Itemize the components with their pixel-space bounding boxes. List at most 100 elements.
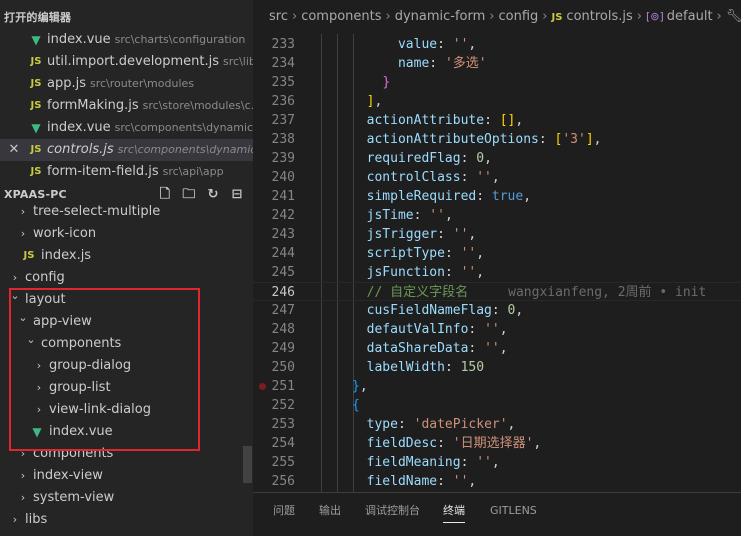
chevron-right-icon[interactable]: › [8,509,22,531]
file-name: formMaking.js [47,98,139,113]
line-text: jsTime: '', [366,208,453,223]
tree-item[interactable]: JS index.js [0,245,253,267]
file-path: src\router\modules [90,77,195,90]
line-number: 245 [271,265,295,280]
line-text: cusFieldNameFlag: 0, [366,303,524,318]
line-number: 242 [271,208,295,223]
breadcrumb-item[interactable]: src [269,9,288,24]
tree-item[interactable]: › system-view [0,487,253,509]
code-line[interactable]: 250 labelWidth: 150 [253,358,741,377]
panel-tab[interactable]: 输出 [319,503,341,523]
code-area[interactable]: 233 value: '', 234 name: '多选' 235 } 236 ], 2… [253,34,741,492]
panel-tab[interactable]: 问题 [273,503,295,523]
open-editor-item[interactable]: JS app.js src\router\modules [0,73,253,95]
tree-label: work-icon [33,226,97,241]
code-line[interactable]: 252 { [253,396,741,415]
open-editor-item[interactable]: JS formMaking.js src\store\modules\c... [0,95,253,117]
panel-tab[interactable]: GITLENS [490,503,537,523]
file-name: index.vue [47,120,111,135]
chevron-right-icon: › [489,9,495,24]
line-text: value: '', [397,37,477,52]
close-icon[interactable]: ✕ [7,139,21,161]
chevron-right-icon[interactable]: › [32,399,46,421]
chevron-down-icon[interactable]: ⌄ [8,285,22,307]
vue-file-icon: ▼ [31,121,41,135]
code-line[interactable]: 237 actionAttribute: [], [253,111,741,130]
chevron-right-icon: › [636,9,642,24]
code-line[interactable]: 235 } [253,73,741,92]
code-line[interactable]: 251}, [253,377,741,396]
code-line[interactable]: 244 scriptType: '', [253,244,741,263]
code-line[interactable]: 243 jsTrigger: '', [253,225,741,244]
code-line[interactable]: 254 fieldDesc: '日期选择器', [253,434,741,453]
code-line[interactable]: 255 fieldMeaning: '', [253,453,741,472]
panel-tab[interactable]: 终端 [443,503,465,523]
code-line[interactable]: 240 controlClass: '', [253,168,741,187]
code-line[interactable]: 249 dataShareData: '', [253,339,741,358]
tree-item[interactable]: ⌄ components [0,333,253,355]
open-editor-item[interactable]: ▼ index.vue src\charts\configuration [0,29,253,51]
chevron-right-icon[interactable]: › [16,465,30,487]
tree-item[interactable]: › view-link-dialog [0,399,253,421]
file-name: controls.js [47,142,114,157]
chevron-right-icon[interactable]: › [16,201,30,223]
code-line[interactable]: 234 name: '多选' [253,54,741,73]
chevron-right-icon[interactable]: › [16,443,30,465]
open-editor-item[interactable]: ✕ JS controls.jssrc\components\dynamic-f..… [0,139,253,161]
tree-item[interactable]: › group-dialog [0,355,253,377]
chevron-down-icon[interactable]: ⌄ [16,307,30,329]
breadcrumb-item[interactable]: dynamic-form [395,9,486,24]
tree-item[interactable]: › index-view [0,465,253,487]
file-name: index.vue [47,32,111,47]
breadcrumb: src › components › dynamic-form › config › JS con… [253,0,741,34]
open-editor-name: index.vue src\charts\configuration [47,29,245,51]
tree-label: index.js [41,248,92,263]
tree-item[interactable]: › group-list [0,377,253,399]
chevron-right-icon[interactable]: › [16,223,30,245]
code-line[interactable]: 239 requiredFlag: 0, [253,149,741,168]
tree-item[interactable]: › libs [0,509,253,531]
code-line[interactable]: 253 type: 'datePicker', [253,415,741,434]
breadcrumb-symbol[interactable]: default [667,9,713,24]
code-line[interactable]: 242 jsTime: '', [253,206,741,225]
breadcrumb-item[interactable]: components [301,9,381,24]
breadcrumb-item[interactable]: config [499,9,539,24]
line-number: 244 [271,246,295,261]
code-line[interactable]: 241 simpleRequired: true, [253,187,741,206]
code-line[interactable]: 238 actionAttributeOptions: ['3'], [253,130,741,149]
line-number: 246 [271,285,295,300]
breadcrumb-file[interactable]: controls.js [566,9,632,24]
code-line[interactable]: 256 fieldName: '', [253,472,741,491]
bottom-panel: 问题 输出 调试控制台 终端 GITLENS [253,492,741,536]
open-editor-item[interactable]: ▼ index.vue src\components\dynamic-... [0,117,253,139]
js-file-icon: JS [30,100,42,111]
file-name: app.js [47,76,86,91]
panel-tab[interactable]: 调试控制台 [365,503,420,523]
open-editor-item[interactable]: JS util.import.development.jssrc\libs [0,51,253,73]
tree-scrollbar[interactable] [243,446,252,483]
code-line[interactable]: 233 value: '', [253,35,741,54]
open-editor-name: util.import.development.jssrc\libs [47,51,253,73]
chevron-right-icon[interactable]: › [16,487,30,509]
line-text: }, [352,379,368,394]
tree-item[interactable]: › tree-select-multiple [0,201,253,223]
tree-item[interactable]: › work-icon [0,223,253,245]
tree-item[interactable]: › config [0,267,253,289]
code-line[interactable]: 247 cusFieldNameFlag: 0, [253,301,741,320]
tree-item[interactable]: ⌄ layout [0,289,253,311]
code-line[interactable]: 245 jsFunction: '', [253,263,741,282]
wrench-icon: 🔧︎ [725,9,741,24]
tree-item[interactable]: › components [0,443,253,465]
chevron-down-icon[interactable]: ⌄ [24,329,38,351]
chevron-right-icon[interactable]: › [32,377,46,399]
code-line[interactable]: 246 // 自定义字段名 wangxianfeng, 2周前 • init [253,282,741,301]
tree-label: index.vue [49,424,113,439]
open-editors-header[interactable]: 打开的编辑器 [0,7,253,29]
code-line[interactable]: 248 defautValInfo: '', [253,320,741,339]
code-line[interactable]: 236 ], [253,92,741,111]
tree-label: view-link-dialog [49,402,151,417]
file-name: form-item-field.js [47,164,159,179]
tree-item[interactable]: ▼ index.vue [0,421,253,443]
open-editor-item[interactable]: JS form-item-field.js src\api\app [0,161,253,183]
chevron-right-icon[interactable]: › [32,355,46,377]
